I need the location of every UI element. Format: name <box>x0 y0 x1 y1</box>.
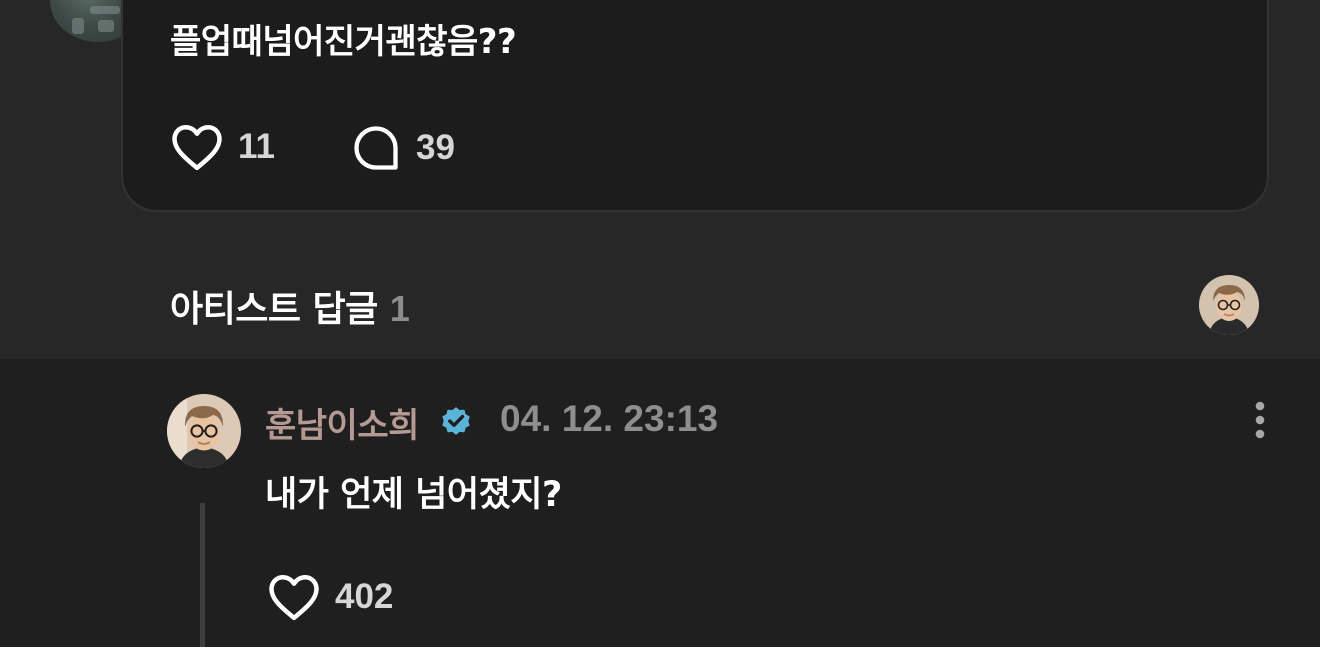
more-options-icon[interactable] <box>1244 398 1276 444</box>
reply-author-avatar[interactable] <box>167 394 241 468</box>
post-like-count: 11 <box>238 127 275 166</box>
heart-outline-icon <box>172 124 222 171</box>
post-comment-count: 39 <box>416 128 455 167</box>
artist-replies-count: 1 <box>389 288 410 329</box>
thread-line <box>200 503 205 647</box>
speech-bubble-icon <box>354 126 398 170</box>
artist-replies-header: 아티스트 답글 1 <box>170 280 410 332</box>
heart-outline-icon <box>269 574 319 621</box>
post-text: 플업때넘어진거괜찮음?? <box>170 22 517 62</box>
artist-avatar-small[interactable] <box>1199 275 1259 335</box>
verified-badge-icon <box>442 407 470 435</box>
reply-author-name[interactable]: 훈남이소희 <box>265 398 419 447</box>
reply-like-count: 402 <box>335 577 394 616</box>
reply-text: 내가 언제 넘어졌지? <box>265 475 562 515</box>
post-comment-button[interactable]: 39 <box>350 122 455 174</box>
reply-timestamp: 04. 12. 23:13 <box>500 398 719 439</box>
post-like-button[interactable]: 11 <box>170 122 275 172</box>
reply-like-button[interactable]: 402 <box>267 572 393 622</box>
artist-reply-screen: 플업때넘어진거괜찮음?? 11 39 아티스트 답글 1 훈남이소희 04. 1… <box>0 0 1320 647</box>
artist-replies-title: 아티스트 답글 <box>170 289 378 330</box>
